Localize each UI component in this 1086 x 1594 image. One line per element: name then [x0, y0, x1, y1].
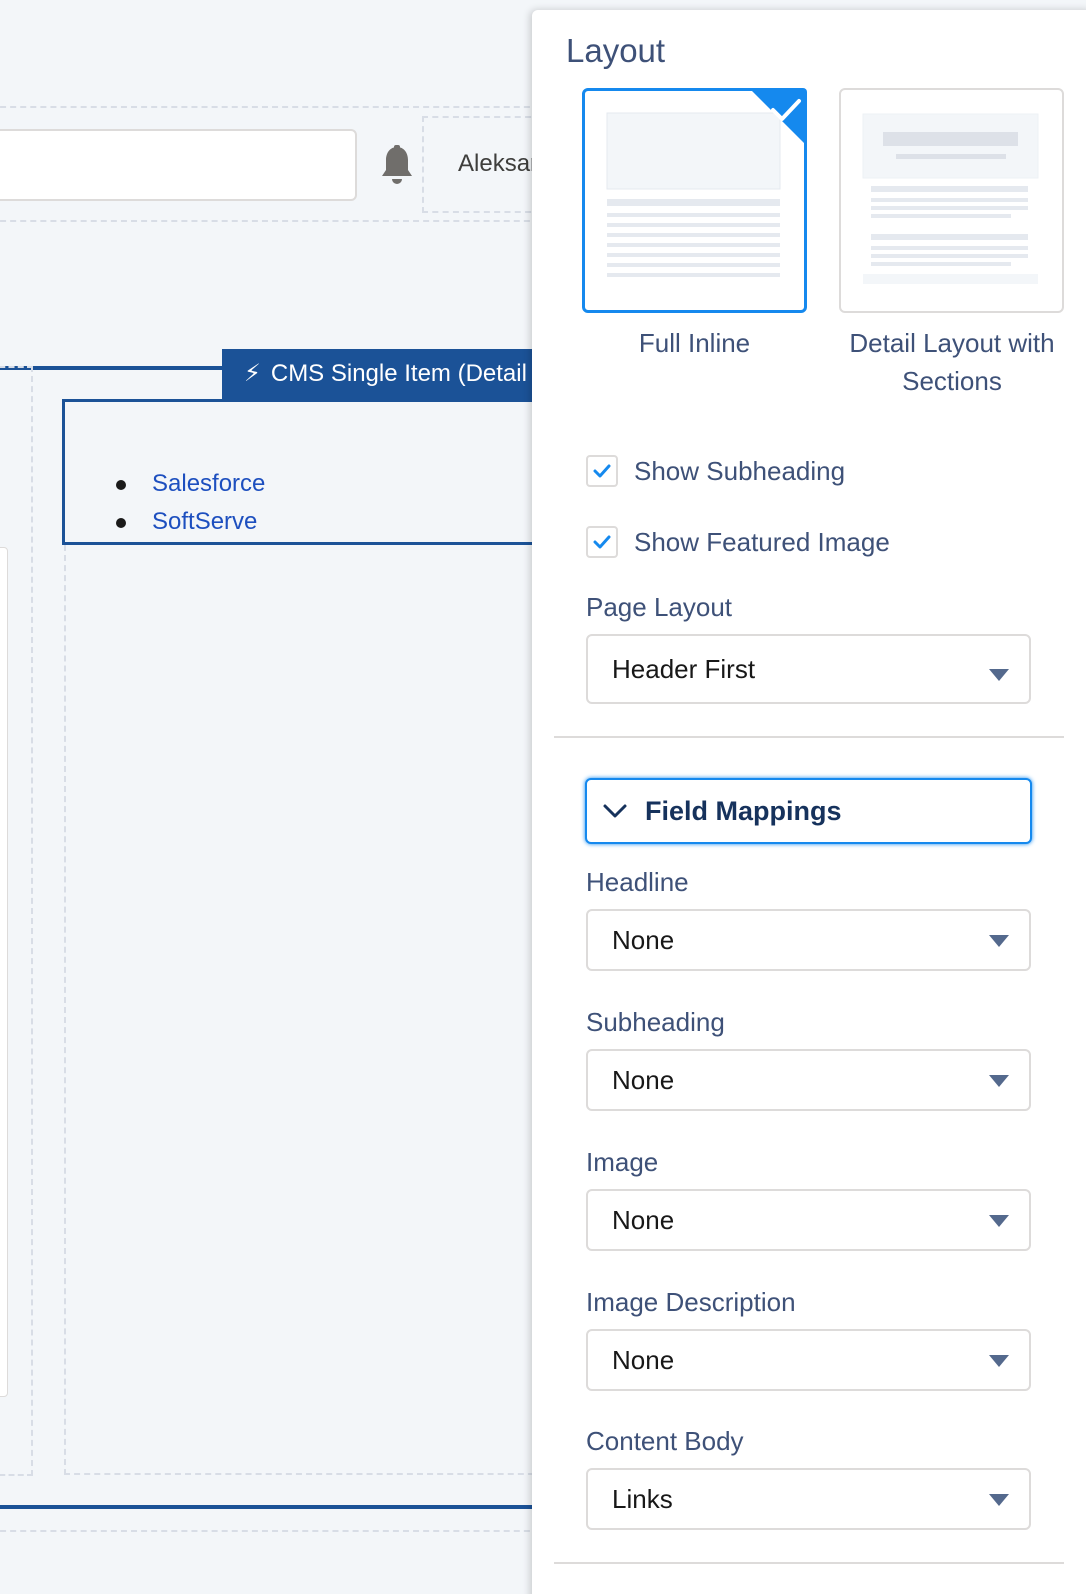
caret-down-icon — [989, 1215, 1009, 1227]
select-value: None — [612, 924, 675, 955]
image-description-label: Image Description — [586, 1287, 796, 1317]
user-name[interactable]: Aleksar — [458, 150, 538, 178]
property-panel: Layout Full Inline Detail Layout with Se… — [532, 10, 1086, 1594]
select-value: Header First — [612, 653, 756, 684]
content-column-region — [64, 545, 540, 1475]
search-input[interactable] — [0, 129, 357, 201]
image-select[interactable]: None — [586, 1189, 1031, 1251]
content-body-select[interactable]: Links — [586, 1468, 1031, 1530]
chevron-down-icon — [603, 804, 627, 818]
field-mappings-label: Field Mappings — [645, 795, 842, 826]
subheading-label: Subheading — [586, 1007, 725, 1037]
main-region-border-bottom — [0, 1505, 540, 1509]
checkbox[interactable] — [586, 526, 618, 558]
checkbox[interactable] — [586, 455, 618, 487]
footer-region-border — [0, 1530, 540, 1532]
bell-icon[interactable] — [378, 145, 416, 187]
checkbox-label: Show Subheading — [634, 455, 846, 486]
layout-option-full-inline[interactable] — [582, 88, 807, 313]
component-tab-label: CMS Single Item (Detail — [270, 360, 527, 387]
caret-down-icon — [989, 1075, 1009, 1087]
caret-down-icon — [989, 1494, 1009, 1506]
select-value: None — [612, 1344, 675, 1375]
cms-single-item-component[interactable] — [62, 399, 540, 545]
page-layout-label: Page Layout — [586, 592, 733, 622]
link-salesforce[interactable]: Salesforce — [115, 470, 265, 508]
panel-title: Layout — [566, 32, 666, 69]
checkbox-label: Show Featured Image — [634, 526, 890, 557]
label-line-2: Sections — [902, 366, 1002, 396]
show-subheading-checkbox[interactable]: Show Subheading — [586, 455, 845, 487]
select-value: None — [612, 1204, 675, 1235]
image-label: Image — [586, 1147, 659, 1177]
content-body-label: Content Body — [586, 1426, 744, 1456]
select-value: Links — [612, 1483, 673, 1514]
caret-down-icon — [989, 669, 1009, 681]
link-list: Salesforce SoftServe — [115, 470, 265, 546]
component-tab[interactable]: ⚡︎ CMS Single Item (Detail — [222, 349, 540, 401]
section-divider — [554, 736, 1064, 738]
headline-select[interactable]: None — [586, 909, 1031, 971]
page-layout-select[interactable]: Header First — [586, 634, 1031, 704]
bolt-icon: ⚡︎ — [244, 360, 261, 387]
field-mappings-section-toggle[interactable]: Field Mappings — [585, 778, 1032, 844]
check-icon — [593, 464, 611, 478]
image-description-select[interactable]: None — [586, 1329, 1031, 1391]
left-component-strip[interactable] — [0, 547, 8, 1397]
builder-canvas: Aleksar ⚡︎ CMS Single Item (Detail Salesf… — [0, 0, 540, 1594]
layout-option-full-inline-label[interactable]: Full Inline — [582, 324, 807, 362]
check-icon — [593, 535, 611, 549]
link-softserve[interactable]: SoftServe — [115, 508, 265, 546]
show-featured-image-checkbox[interactable]: Show Featured Image — [586, 526, 890, 558]
subheading-select[interactable]: None — [586, 1049, 1031, 1111]
layout-option-detail-sections-label[interactable]: Detail Layout with Sections — [822, 324, 1082, 400]
section-divider — [554, 1562, 1064, 1564]
caret-down-icon — [989, 1355, 1009, 1367]
label-line-1: Detail Layout with — [849, 328, 1055, 358]
headline-label: Headline — [586, 867, 689, 897]
check-icon — [771, 99, 801, 121]
layout-option-detail-sections[interactable] — [839, 88, 1064, 313]
caret-down-icon — [989, 935, 1009, 947]
select-value: None — [612, 1064, 675, 1095]
detail-sections-thumbnail — [862, 113, 1039, 284]
